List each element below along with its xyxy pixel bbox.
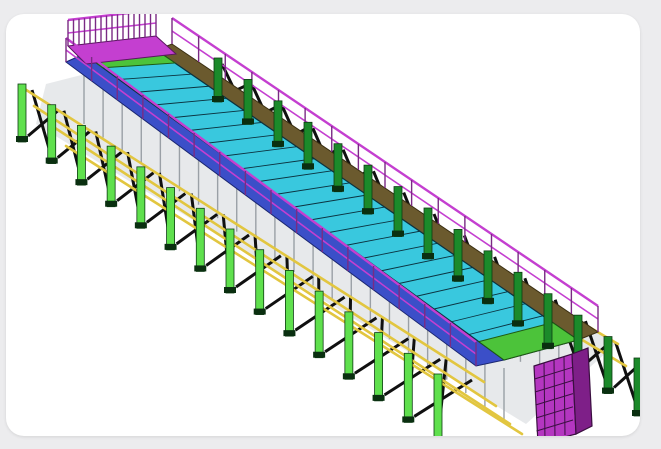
far-post-foot-8 xyxy=(452,275,464,282)
near-post-foot-6 xyxy=(194,265,207,272)
far-post-foot-13 xyxy=(602,387,614,394)
near-post-1 xyxy=(47,104,57,164)
near-post-0 xyxy=(17,83,27,143)
near-post-4 xyxy=(136,166,146,229)
far-post-14 xyxy=(633,357,640,417)
far-post-foot-14 xyxy=(632,410,640,416)
near-post-foot-0 xyxy=(16,136,28,142)
near-post-foot-8 xyxy=(253,308,266,315)
near-post-foot-12 xyxy=(372,394,385,401)
far-post-11 xyxy=(543,293,553,350)
far-post-6 xyxy=(393,186,403,237)
far-post-foot-3 xyxy=(302,163,314,170)
far-post-foot-2 xyxy=(272,140,284,147)
tower-side xyxy=(571,347,593,435)
far-post-0 xyxy=(213,57,223,103)
near-post-13 xyxy=(403,352,413,423)
image-card xyxy=(6,14,640,436)
near-post-5 xyxy=(166,187,175,251)
far-post-13 xyxy=(603,336,613,394)
far-post-foot-9 xyxy=(482,297,494,304)
near-post-foot-7 xyxy=(224,287,236,293)
far-post-foot-6 xyxy=(392,230,404,237)
far-post-2 xyxy=(273,100,283,148)
far-post-7 xyxy=(423,207,433,260)
far-post-3 xyxy=(303,121,313,170)
near-post-foot-3 xyxy=(105,200,118,207)
near-post-6 xyxy=(195,207,205,272)
far-post-foot-10 xyxy=(512,320,524,327)
near-post-foot-13 xyxy=(402,416,415,423)
scaffold-render xyxy=(16,14,640,436)
near-post-8 xyxy=(255,249,265,315)
far-post-foot-5 xyxy=(362,208,374,215)
near-post-2 xyxy=(77,125,86,186)
far-post-foot-0 xyxy=(212,96,224,102)
near-post-foot-5 xyxy=(164,243,177,250)
near-post-9 xyxy=(285,270,294,337)
near-post-foot-1 xyxy=(45,157,58,164)
near-post-foot-4 xyxy=(134,222,147,229)
far-post-8 xyxy=(453,229,463,282)
far-post-foot-1 xyxy=(242,118,254,125)
far-post-9 xyxy=(483,250,493,305)
near-post-12 xyxy=(374,332,383,402)
near-post-foot-9 xyxy=(283,330,296,337)
near-post-7 xyxy=(225,228,235,294)
near-post-11 xyxy=(344,311,354,380)
near-post-foot-2 xyxy=(75,179,88,186)
near-post-14 xyxy=(433,373,443,436)
near-post-10 xyxy=(314,290,324,359)
far-post-4 xyxy=(333,143,343,193)
far-post-foot-4 xyxy=(332,185,344,192)
near-post-foot-10 xyxy=(313,351,326,358)
far-post-1 xyxy=(243,79,253,125)
near-post-3 xyxy=(106,145,116,208)
far-post-10 xyxy=(513,271,523,327)
far-post-5 xyxy=(363,164,373,215)
near-post-foot-11 xyxy=(342,373,355,380)
far-post-foot-7 xyxy=(422,253,434,259)
far-post-foot-11 xyxy=(542,342,554,349)
